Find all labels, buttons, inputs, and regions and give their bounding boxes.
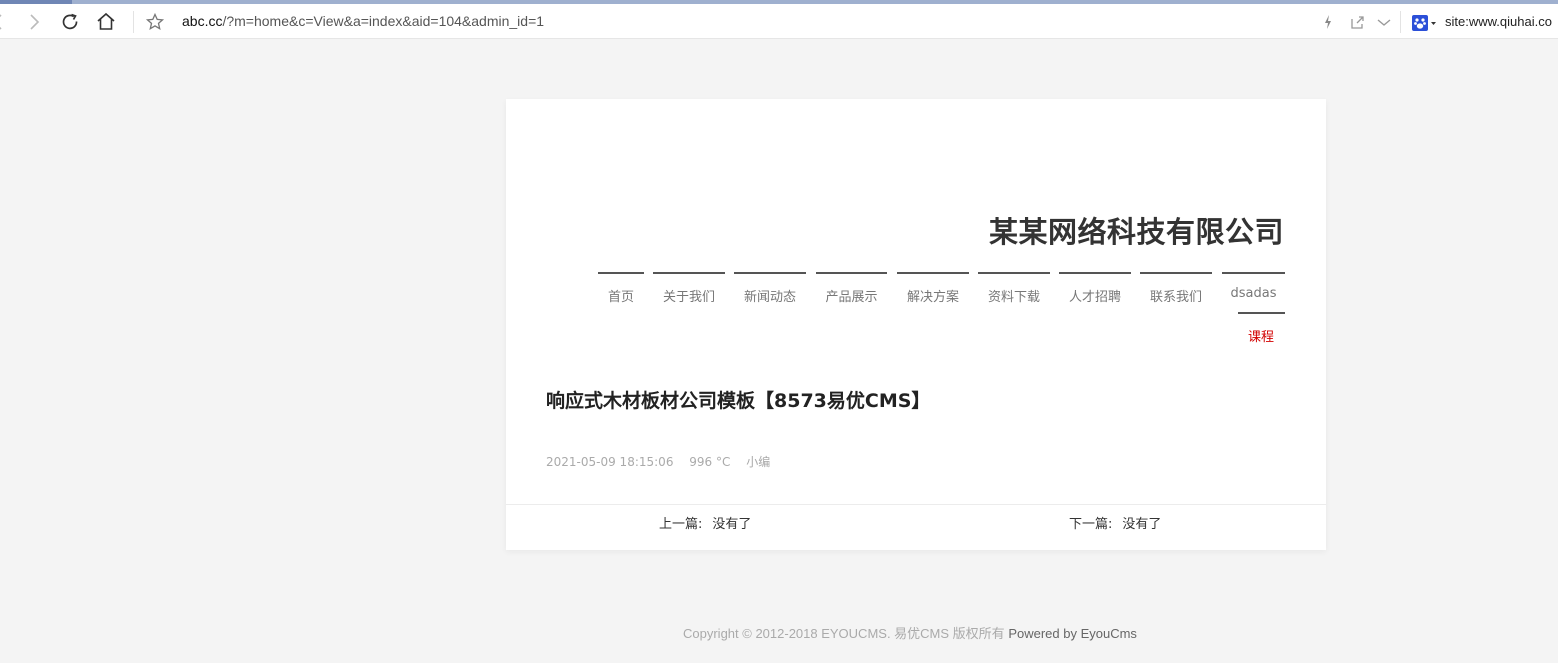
prev-link[interactable]: 没有了 bbox=[712, 517, 751, 532]
search-box[interactable]: site:www.qiuhai.co bbox=[1445, 14, 1552, 29]
next-link[interactable]: 没有了 bbox=[1122, 517, 1161, 532]
article-meta: 2021-05-09 18:15:06 996 °C 小编 bbox=[546, 453, 782, 470]
toolbar-separator-right bbox=[1400, 11, 1401, 33]
toolbar-separator bbox=[133, 11, 134, 33]
prev-label: 上一篇: bbox=[659, 517, 703, 532]
home-icon[interactable] bbox=[94, 10, 118, 34]
article-date: 2021-05-09 18:15:06 bbox=[546, 455, 674, 469]
nav-item-contact[interactable]: 联系我们 bbox=[1140, 272, 1212, 306]
share-icon[interactable] bbox=[1345, 10, 1369, 34]
prev-article: 上一篇: 没有了 bbox=[659, 513, 751, 532]
article-author: 小编 bbox=[746, 455, 771, 469]
powered-by-link[interactable]: Powered by EyouCms bbox=[1008, 626, 1137, 641]
next-article: 下一篇: 没有了 bbox=[1069, 513, 1161, 532]
content-card: 某某网络科技有限公司 首页 关于我们 新闻动态 产品展示 解决方案 资料下载 人… bbox=[506, 99, 1326, 550]
nav-item-news[interactable]: 新闻动态 bbox=[734, 272, 806, 306]
site-title[interactable]: 某某网络科技有限公司 bbox=[989, 209, 1284, 251]
forward-icon[interactable] bbox=[22, 10, 46, 34]
nav-item-about[interactable]: 关于我们 bbox=[653, 272, 725, 306]
nav-item-products[interactable]: 产品展示 bbox=[816, 272, 887, 306]
next-label: 下一篇: bbox=[1069, 517, 1113, 532]
back-icon[interactable] bbox=[0, 10, 10, 34]
nav-sub-divider bbox=[1238, 312, 1285, 314]
article-title: 响应式木材板材公司模板【8573易优CMS】 bbox=[546, 390, 931, 412]
reload-icon[interactable] bbox=[58, 10, 82, 34]
url-host: abc.cc bbox=[182, 13, 223, 29]
nav-item-solutions[interactable]: 解决方案 bbox=[897, 272, 969, 306]
divider bbox=[506, 504, 1326, 505]
star-icon[interactable] bbox=[143, 10, 167, 34]
chevron-down-icon[interactable] bbox=[1372, 10, 1396, 34]
copyright-text: Copyright © 2012-2018 EYOUCMS. 易优CMS 版权所… bbox=[683, 626, 1005, 641]
nav-item-dsadas[interactable]: dsadas bbox=[1222, 272, 1285, 306]
footer-copyright: Copyright © 2012-2018 EYOUCMS. 易优CMS 版权所… bbox=[683, 623, 1137, 642]
article-views: 996 °C bbox=[689, 455, 731, 469]
lightning-icon[interactable] bbox=[1316, 10, 1340, 34]
nav-item-careers[interactable]: 人才招聘 bbox=[1059, 272, 1131, 306]
baidu-paw-icon[interactable] bbox=[1412, 15, 1438, 31]
nav-subitem-course[interactable]: 课程 bbox=[1248, 326, 1274, 345]
url-path: /?m=home&c=View&a=index&aid=104&admin_id… bbox=[222, 13, 545, 29]
nav-item-downloads[interactable]: 资料下载 bbox=[978, 272, 1050, 306]
address-bar[interactable]: abc.cc/?m=home&c=View&a=index&aid=104&ad… bbox=[182, 13, 544, 29]
browser-toolbar: abc.cc/?m=home&c=View&a=index&aid=104&ad… bbox=[0, 4, 1558, 39]
nav-item-home[interactable]: 首页 bbox=[598, 272, 644, 306]
